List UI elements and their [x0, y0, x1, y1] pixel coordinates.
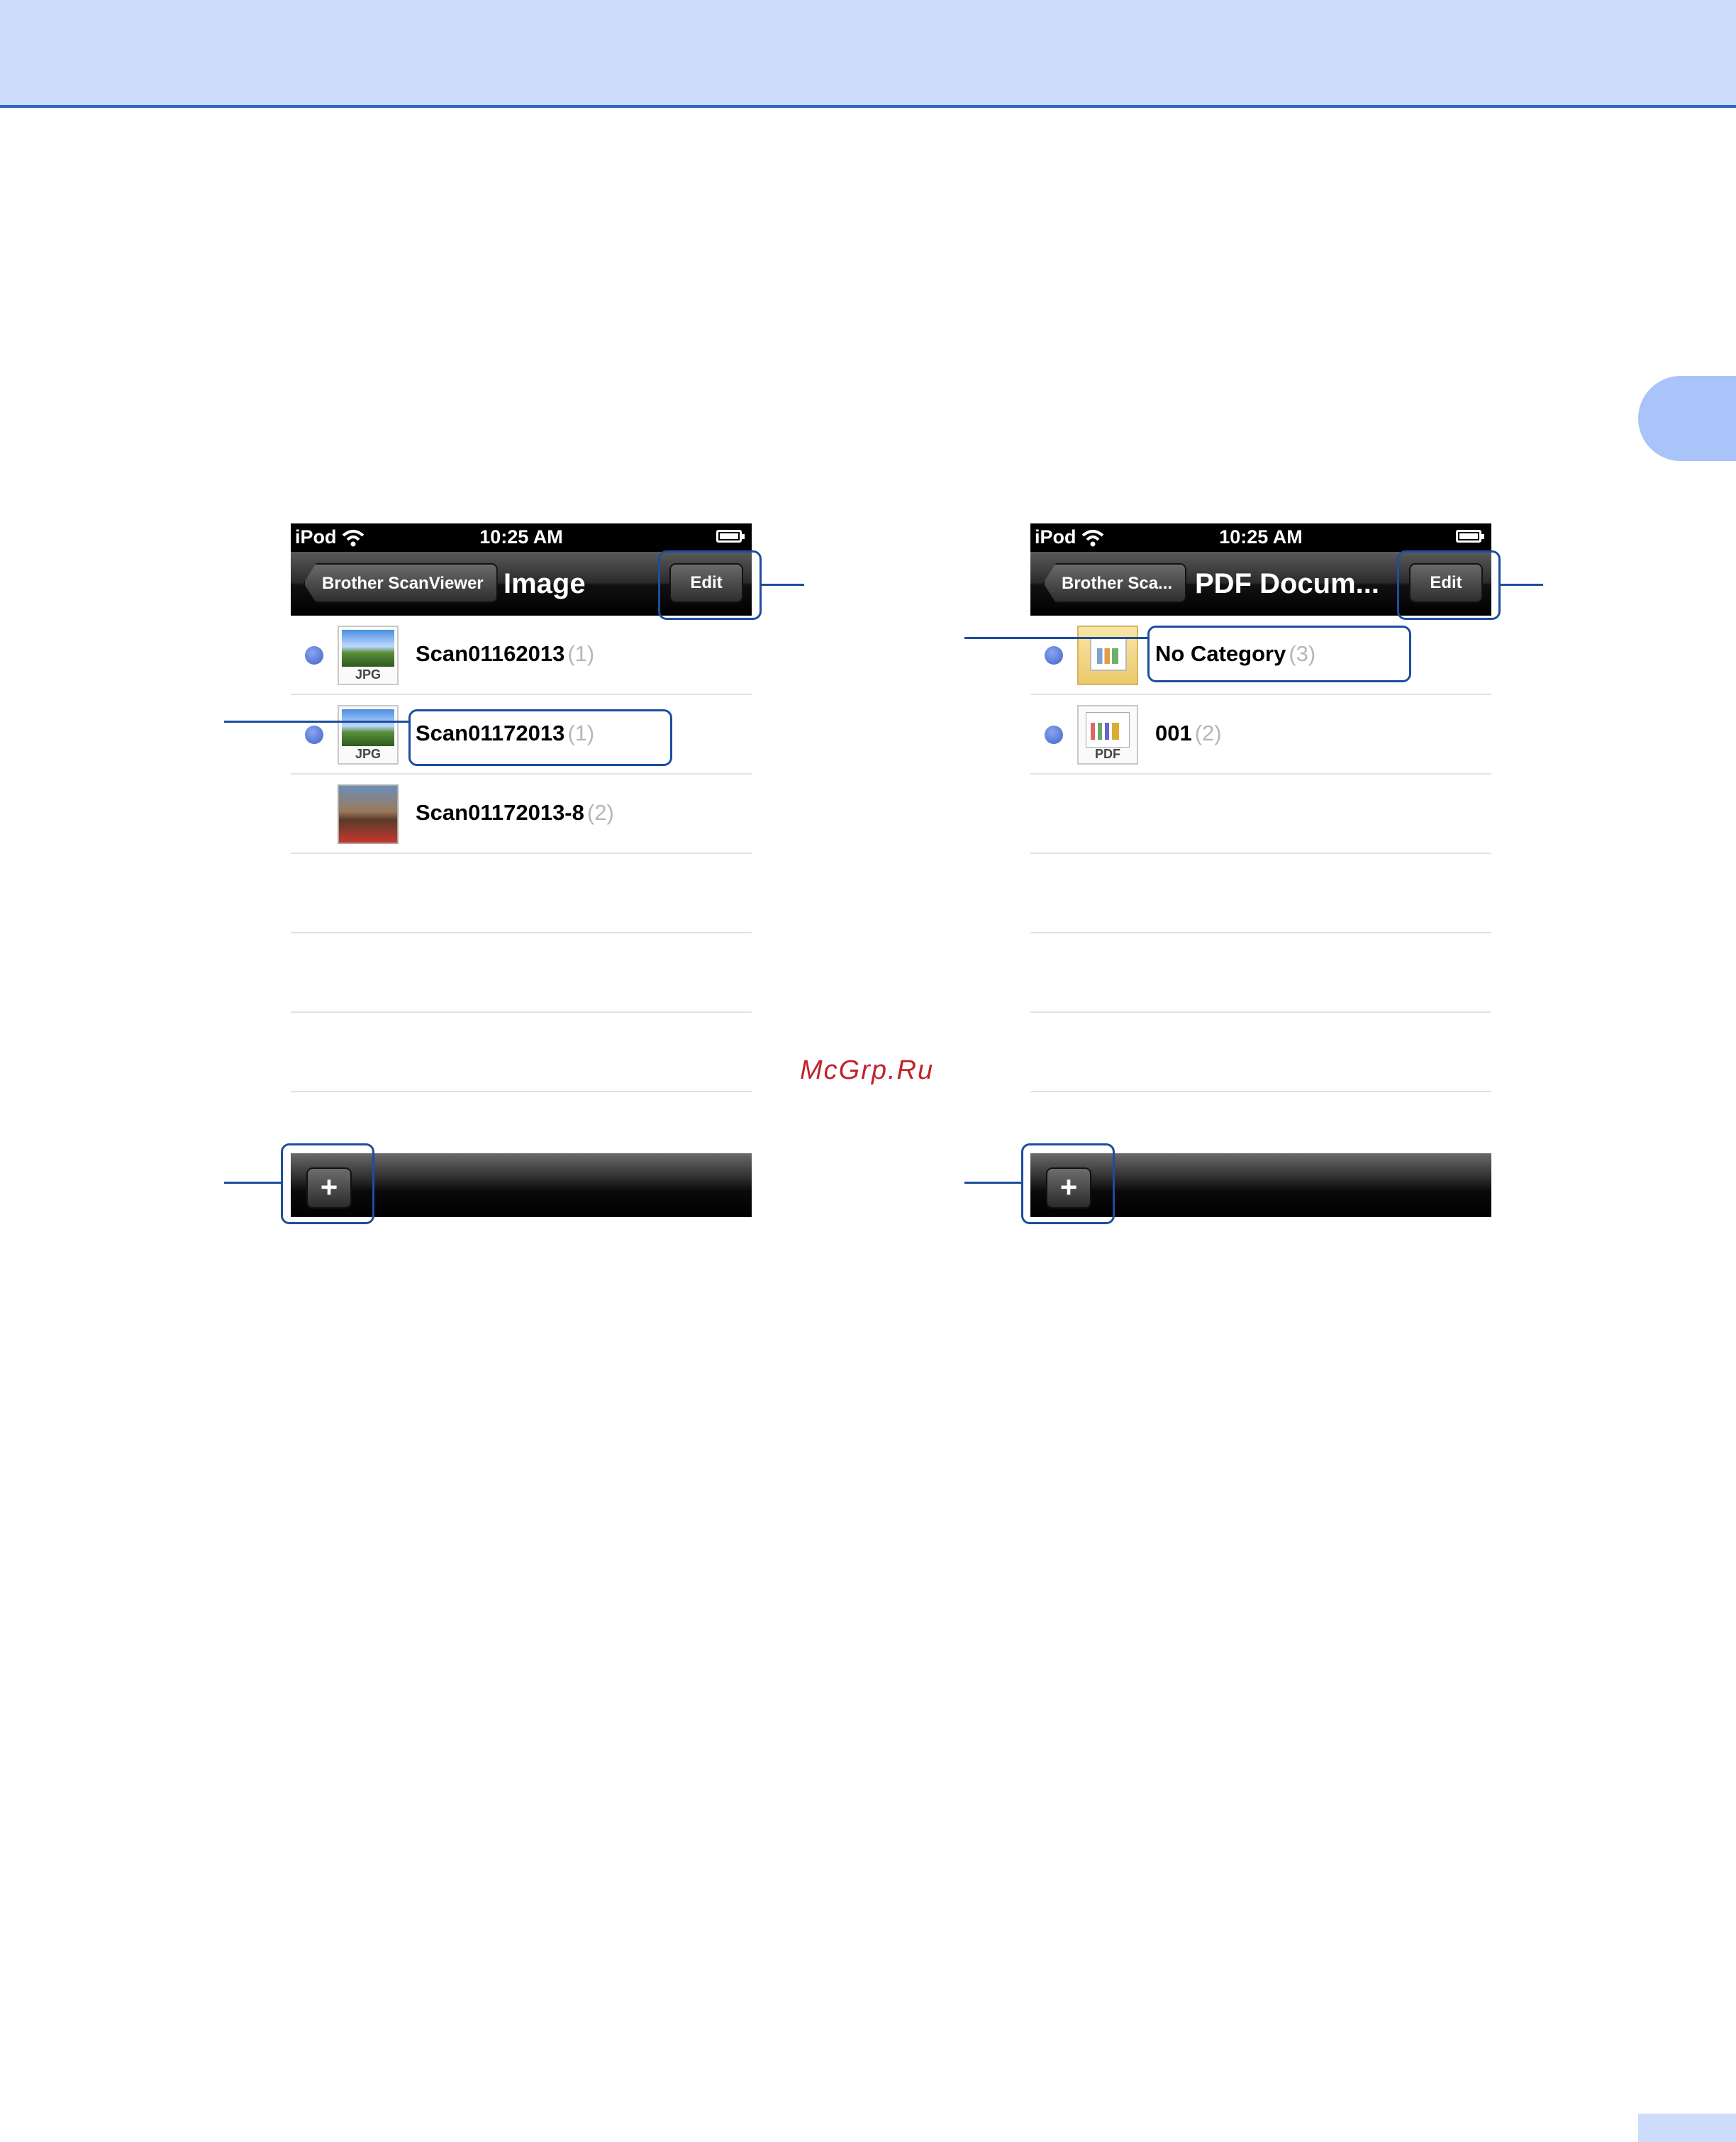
empty-row	[1030, 775, 1491, 854]
list-item[interactable]: JPG Scan01162013 (1)	[291, 616, 752, 695]
pdf-list-screen: iPod 10:25 AM Brother Sca... PDF Docum..…	[1030, 523, 1491, 1219]
item-title: No Category (3)	[1155, 641, 1316, 666]
item-title: Scan01172013-8 (2)	[416, 800, 614, 825]
status-bar: iPod 10:25 AM	[291, 523, 752, 552]
empty-row	[1030, 1013, 1491, 1092]
battery-icon	[1456, 530, 1484, 543]
item-count: (2)	[586, 800, 614, 825]
list-item[interactable]: JPG Scan01172013 (1)	[291, 695, 752, 775]
add-button[interactable]: +	[306, 1167, 352, 1209]
status-time: 10:25 AM	[479, 526, 563, 548]
back-button[interactable]: Brother ScanViewer	[304, 563, 498, 603]
empty-row	[1030, 933, 1491, 1013]
list-item[interactable]: Scan01172013-8 (2)	[291, 775, 752, 854]
bottom-toolbar: +	[291, 1153, 752, 1217]
jpg-icon: JPG	[338, 705, 399, 765]
add-button[interactable]: +	[1046, 1167, 1091, 1209]
photo-thumbnail-icon	[338, 784, 399, 844]
jpg-icon: JPG	[338, 626, 399, 685]
unread-dot-icon	[305, 726, 323, 744]
bottom-toolbar: +	[1030, 1153, 1491, 1217]
back-button[interactable]: Brother Sca...	[1043, 563, 1187, 603]
empty-row	[291, 1013, 752, 1092]
empty-row	[291, 854, 752, 933]
item-count: (1)	[567, 641, 595, 666]
list-item[interactable]: PDF 001 (2)	[1030, 695, 1491, 775]
empty-row	[1030, 854, 1491, 933]
page-number-tab	[1638, 2114, 1736, 2142]
folder-icon	[1077, 626, 1138, 685]
item-title: Scan01162013 (1)	[416, 641, 595, 666]
image-list-screen: iPod 10:25 AM Brother ScanViewer Image E…	[291, 523, 752, 1219]
watermark: McGrp.Ru	[800, 1055, 935, 1085]
battery-icon	[716, 530, 745, 543]
callout-edit-leader	[1501, 584, 1543, 586]
navigation-bar: Brother Sca... PDF Docum... Edit	[1030, 552, 1491, 616]
chapter-side-tab	[1638, 376, 1736, 461]
pdf-icon: PDF	[1077, 705, 1138, 765]
edit-button[interactable]: Edit	[1409, 563, 1483, 603]
screen-title: Image	[503, 568, 586, 599]
item-count: (3)	[1289, 641, 1316, 666]
unread-dot-icon	[305, 646, 323, 665]
category-list: No Category (3) PDF 001 (2)	[1030, 616, 1491, 1172]
callout-edit-leader	[762, 584, 804, 586]
unread-dot-icon	[1045, 726, 1063, 744]
empty-row	[291, 933, 752, 1013]
unread-dot-icon	[1045, 646, 1063, 665]
item-title: 001 (2)	[1155, 721, 1222, 745]
callout-add-leader	[224, 1182, 282, 1184]
status-time: 10:25 AM	[1219, 526, 1303, 548]
list-item[interactable]: No Category (3)	[1030, 616, 1491, 695]
file-list: JPG Scan01162013 (1) JPG Scan01172013 (1) …	[291, 616, 752, 1172]
edit-button[interactable]: Edit	[669, 563, 743, 603]
navigation-bar: Brother ScanViewer Image Edit	[291, 552, 752, 616]
status-bar: iPod 10:25 AM	[1030, 523, 1491, 552]
item-title: Scan01172013 (1)	[416, 721, 595, 745]
item-count: (2)	[1194, 721, 1222, 745]
item-count: (1)	[567, 721, 595, 745]
callout-add-leader	[964, 1182, 1023, 1184]
page-header-band	[0, 0, 1736, 108]
screen-title: PDF Docum...	[1195, 568, 1380, 599]
